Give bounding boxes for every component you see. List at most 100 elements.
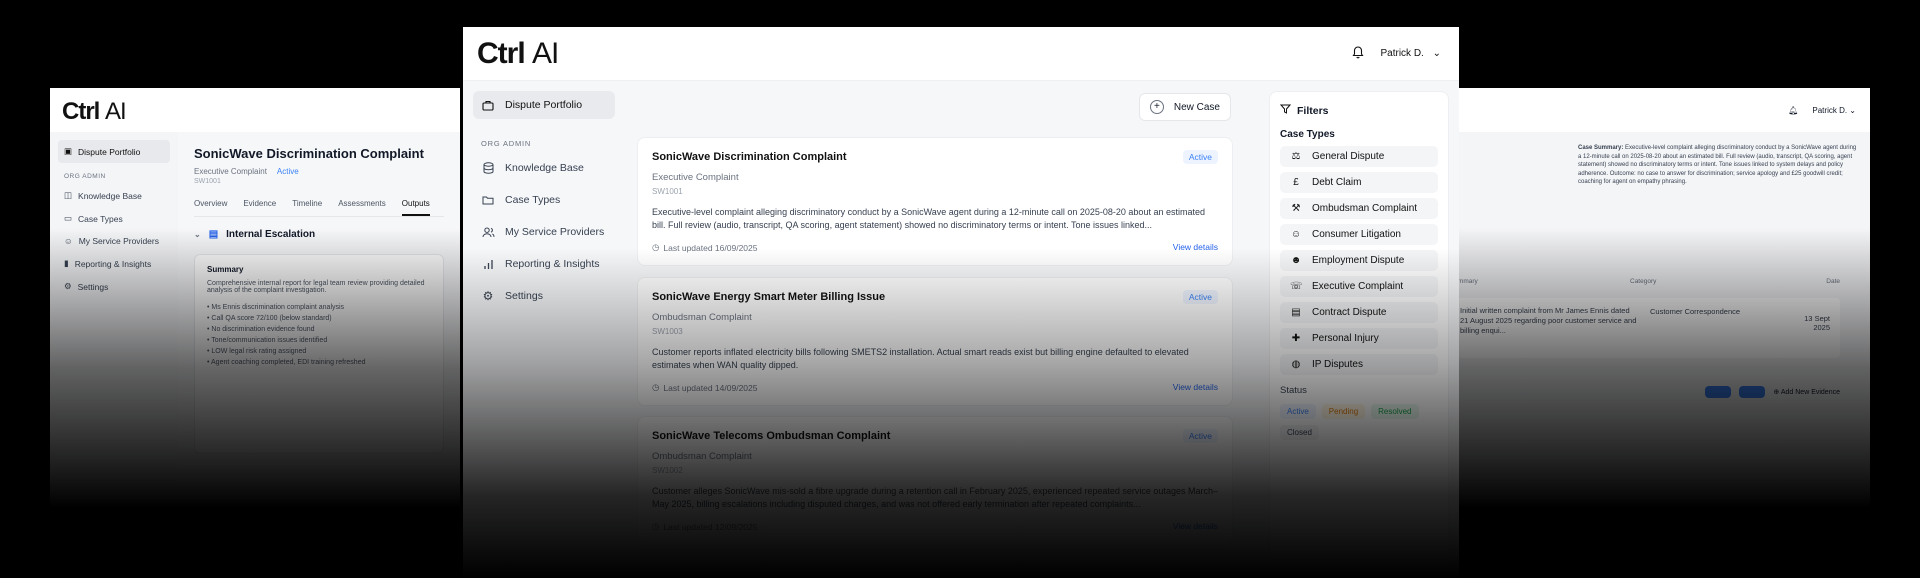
add-evidence-button[interactable]: ⊕ Add New Evidence	[1773, 388, 1840, 396]
sidebar-item-label: My Service Providers	[505, 226, 605, 238]
tab-evidence[interactable]: Evidence	[243, 199, 276, 216]
last-updated: ◷ Last updated 12/09/2025	[652, 521, 758, 532]
left-nav-case-types[interactable]: ▭ Case Types	[58, 207, 170, 230]
chevron-down-icon: ⌄	[1849, 105, 1856, 115]
folder-icon: ▭	[64, 213, 73, 223]
left-nav-dispute-portfolio[interactable]: ▣ Dispute Portfolio	[58, 140, 170, 163]
main-window: Ctrl AI Patrick D. ⌄ Dispute Portfolio O…	[463, 27, 1459, 578]
sidebar-item-knowledge-base[interactable]: Knowledge Base	[473, 154, 615, 182]
left-nav-reporting[interactable]: ▮ Reporting & Insights	[58, 252, 170, 275]
last-updated: ◷ Last updated 14/09/2025	[652, 382, 758, 393]
row-summary: Initial written complaint from Mr James …	[1460, 306, 1637, 335]
tab-timeline[interactable]: Timeline	[292, 199, 322, 216]
table-row[interactable]: Initial written complaint from Mr James …	[1450, 298, 1840, 358]
view-details-link[interactable]: View details	[1173, 242, 1218, 253]
sidebar-item-settings[interactable]: ⚙ Settings	[473, 282, 615, 310]
tab-outputs[interactable]: Outputs	[401, 199, 430, 216]
case-code: SW1003	[652, 327, 683, 336]
summary-text: Comprehensive internal report for legal …	[207, 280, 425, 294]
case-description: Customer alleges SonicWave mis-sold a fi…	[652, 486, 1218, 509]
left-nav-knowledge-base[interactable]: ◫ Knowledge Base	[58, 184, 170, 207]
new-case-label: New Case	[1173, 101, 1220, 113]
case-title[interactable]: SonicWave Telecoms Ombudsman Complaint	[652, 430, 890, 442]
scale-icon: ⚖	[1291, 151, 1301, 162]
filter-pill-2[interactable]	[1739, 386, 1766, 398]
view-details-link[interactable]: View details	[1173, 521, 1218, 532]
user-icon: ☻	[1290, 255, 1302, 266]
left-section-label: ORG ADMIN	[64, 173, 106, 180]
status-filter-closed[interactable]: Closed	[1280, 425, 1319, 440]
internal-escalation-header[interactable]: ⌄ ▤ Internal Escalation	[194, 229, 444, 240]
briefcase-icon	[481, 98, 495, 112]
filters-panel: Filters Case Types ⚖ General Dispute £ Deb…	[1269, 91, 1449, 578]
status-filter-resolved[interactable]: Resolved	[1371, 404, 1419, 419]
left-case-meta: Executive Complaint Active	[194, 167, 444, 176]
list-item: • Ms Ennis discrimination complaint anal…	[207, 304, 345, 311]
tab-overview[interactable]: Overview	[194, 199, 227, 216]
case-card[interactable]: SonicWave Discrimination Complaint Activ…	[637, 137, 1233, 266]
filter-debt-claim[interactable]: £ Debt Claim	[1280, 172, 1438, 193]
left-header: Ctrl AI	[50, 88, 460, 132]
view-details-link[interactable]: View details	[1173, 382, 1218, 393]
users-icon	[481, 225, 495, 239]
tab-assessments[interactable]: Assessments	[338, 199, 386, 216]
database-icon: ◫	[64, 190, 73, 200]
filter-executive-complaint[interactable]: ☏ Executive Complaint	[1280, 276, 1438, 297]
left-status-badge: Active	[276, 167, 299, 176]
case-card[interactable]: SonicWave Energy Smart Meter Billing Iss…	[637, 277, 1233, 406]
filter-consumer-litigation[interactable]: ☺ Consumer Litigation	[1280, 224, 1438, 245]
left-nav-providers[interactable]: ☺ My Service Providers	[58, 230, 170, 252]
app-header: Ctrl AI Patrick D. ⌄	[463, 27, 1459, 81]
gavel-icon: ⚒	[1291, 203, 1301, 214]
status-label: Status	[1280, 385, 1307, 396]
summary-bullets: • Ms Ennis discrimination complaint anal…	[207, 302, 431, 368]
case-card[interactable]: SonicWave Telecoms Ombudsman Complaint A…	[637, 416, 1233, 545]
globe-icon: ◍	[1291, 359, 1301, 370]
sidebar-item-service-providers[interactable]: My Service Providers	[473, 218, 615, 246]
bell-icon[interactable]: 🔔︎	[1788, 106, 1798, 115]
row-category: Customer Correspondence	[1650, 307, 1741, 316]
left-case-code: SW1001	[194, 178, 221, 185]
filter-pill-1[interactable]	[1705, 386, 1732, 398]
list-item: • LOW legal risk rating assigned	[207, 348, 307, 355]
case-summary: Case Summary: Executive-level complaint …	[1578, 144, 1858, 187]
user-scale-icon: ☺	[1290, 229, 1302, 240]
bell-icon[interactable]	[1352, 45, 1365, 62]
sidebar-item-dispute-portfolio[interactable]: Dispute Portfolio	[473, 91, 615, 119]
status-filter-active[interactable]: Active	[1280, 404, 1316, 419]
status-badge: Active	[1182, 150, 1218, 164]
filter-ombudsman-complaint[interactable]: ⚒ Ombudsman Complaint	[1280, 198, 1438, 219]
new-case-button[interactable]: + New Case	[1138, 93, 1231, 121]
filter-employment-dispute[interactable]: ☻ Employment Dispute	[1280, 250, 1438, 271]
case-list: + New Case SonicWave Discrimination Comp…	[625, 81, 1255, 578]
row-date: 13 Sept 2025	[1804, 314, 1830, 332]
user-menu[interactable]: Patrick D. ⌄	[1380, 48, 1441, 59]
gear-icon: ⚙	[64, 281, 72, 291]
sidebar-item-label: Knowledge Base	[505, 162, 584, 174]
case-code: SW1001	[652, 187, 683, 196]
filter-general-dispute[interactable]: ⚖ General Dispute	[1280, 146, 1438, 167]
right-window: 🔔︎ Patrick D. ⌄ Case Summary: Executive-…	[1430, 88, 1870, 508]
filters-header: Filters	[1279, 104, 1438, 117]
case-types-label: Case Types	[1280, 129, 1335, 140]
filter-personal-injury[interactable]: ✚ Personal Injury	[1280, 328, 1438, 349]
status-filter-pending[interactable]: Pending	[1321, 404, 1366, 419]
user-menu[interactable]: Patrick D. ⌄	[1812, 106, 1856, 115]
case-title[interactable]: SonicWave Energy Smart Meter Billing Iss…	[652, 291, 885, 303]
filter-ip-disputes[interactable]: ◍ IP Disputes	[1280, 354, 1438, 375]
left-main: SonicWave Discrimination Complaint Execu…	[178, 132, 460, 508]
users-icon: ☺	[64, 236, 73, 246]
case-title[interactable]: SonicWave Discrimination Complaint	[652, 151, 847, 163]
left-nav-settings[interactable]: ⚙ Settings	[58, 275, 170, 298]
right-header: 🔔︎ Patrick D. ⌄	[1430, 88, 1870, 132]
chart-icon: ▮	[64, 258, 69, 268]
injury-icon: ✚	[1291, 333, 1301, 344]
document-icon: ▤	[1291, 307, 1301, 318]
summary-heading: Summary	[207, 265, 244, 274]
folder-icon	[481, 193, 495, 207]
app-logo[interactable]: Ctrl AI	[477, 37, 559, 71]
sidebar-item-case-types[interactable]: Case Types	[473, 186, 615, 214]
case-type: Executive Complaint	[652, 172, 739, 183]
sidebar-item-reporting[interactable]: Reporting & Insights	[473, 250, 615, 278]
filter-contract-dispute[interactable]: ▤ Contract Dispute	[1280, 302, 1438, 323]
